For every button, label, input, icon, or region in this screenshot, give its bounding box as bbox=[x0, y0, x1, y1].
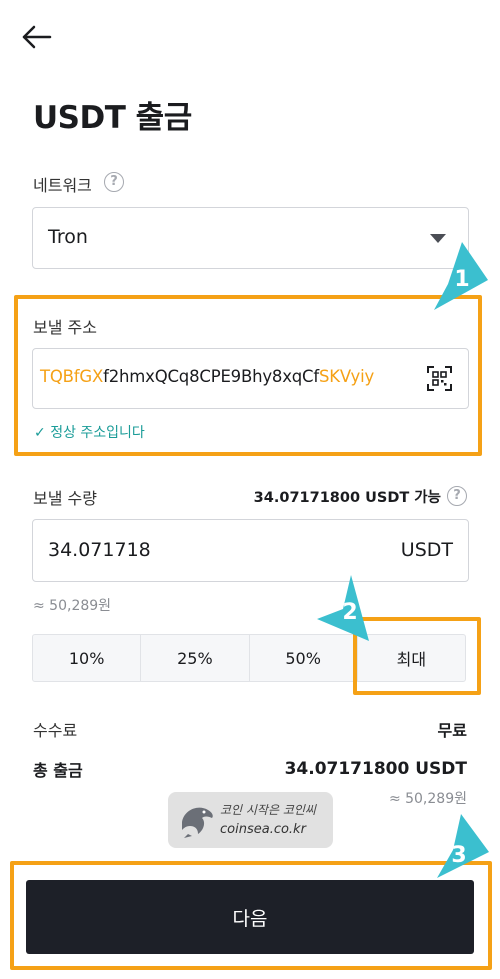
amount-krw-approx: ≈ 50,289원 bbox=[33, 598, 112, 614]
network-help-icon[interactable]: ? bbox=[104, 172, 124, 192]
qr-scan-icon[interactable] bbox=[427, 366, 452, 391]
step-marker-2-label: 2 bbox=[342, 600, 357, 625]
address-prefix: TQBfGX bbox=[40, 367, 104, 386]
total-value: 34.07171800 USDT bbox=[284, 759, 467, 779]
watermark: 코인 시작은 코인씨 coinsea.co.kr bbox=[168, 792, 333, 848]
step-marker-2: 2 bbox=[317, 575, 369, 641]
back-arrow-icon[interactable] bbox=[20, 20, 54, 54]
next-button[interactable]: 다음 bbox=[26, 880, 474, 954]
step-marker-3-label: 3 bbox=[451, 843, 466, 868]
watermark-slogan: 코인 시작은 코인씨 bbox=[220, 803, 316, 817]
network-value: Tron bbox=[48, 226, 88, 248]
network-label: 네트워크 bbox=[33, 176, 92, 195]
amount-input[interactable]: 34.071718 USDT bbox=[32, 519, 469, 582]
fee-label: 수수료 bbox=[33, 721, 78, 740]
page-title: USDT 출금 bbox=[33, 100, 192, 136]
step-marker-1-label: 1 bbox=[454, 267, 469, 292]
step-marker-1: 1 bbox=[434, 242, 488, 310]
address-suffix: SKVyiy bbox=[318, 367, 375, 386]
step-marker-3: 3 bbox=[437, 814, 489, 878]
dolphin-logo-icon bbox=[182, 807, 213, 838]
total-label: 총 출금 bbox=[33, 761, 83, 780]
address-middle: f2hmxQCq8CPE9Bhy8xqCf bbox=[103, 367, 319, 386]
percent-10-button[interactable]: 10% bbox=[33, 635, 142, 681]
address-valid-text: 정상 주소입니다 bbox=[50, 425, 145, 441]
network-select[interactable]: Tron bbox=[32, 207, 469, 269]
fee-value: 무료 bbox=[437, 721, 467, 740]
amount-help-icon[interactable]: ? bbox=[447, 486, 467, 506]
watermark-url: coinsea.co.kr bbox=[220, 822, 306, 837]
available-balance: 34.07171800 USDT 가능 bbox=[253, 490, 441, 506]
percent-25-button[interactable]: 25% bbox=[141, 635, 250, 681]
amount-label: 보낼 수량 bbox=[33, 489, 97, 508]
address-valid-message: ✓ 정상 주소입니다 bbox=[34, 422, 145, 442]
address-label: 보낼 주소 bbox=[33, 318, 97, 337]
amount-value: 34.071718 bbox=[48, 539, 151, 561]
address-value: TQBfGXf2hmxQCq8CPE9Bhy8xqCfSKVyiy bbox=[40, 367, 374, 386]
total-krw-approx: ≈ 50,289원 bbox=[388, 791, 467, 807]
address-input[interactable]: TQBfGXf2hmxQCq8CPE9Bhy8xqCfSKVyiy bbox=[32, 348, 469, 409]
check-icon: ✓ bbox=[34, 425, 51, 441]
amount-unit: USDT bbox=[400, 539, 453, 561]
